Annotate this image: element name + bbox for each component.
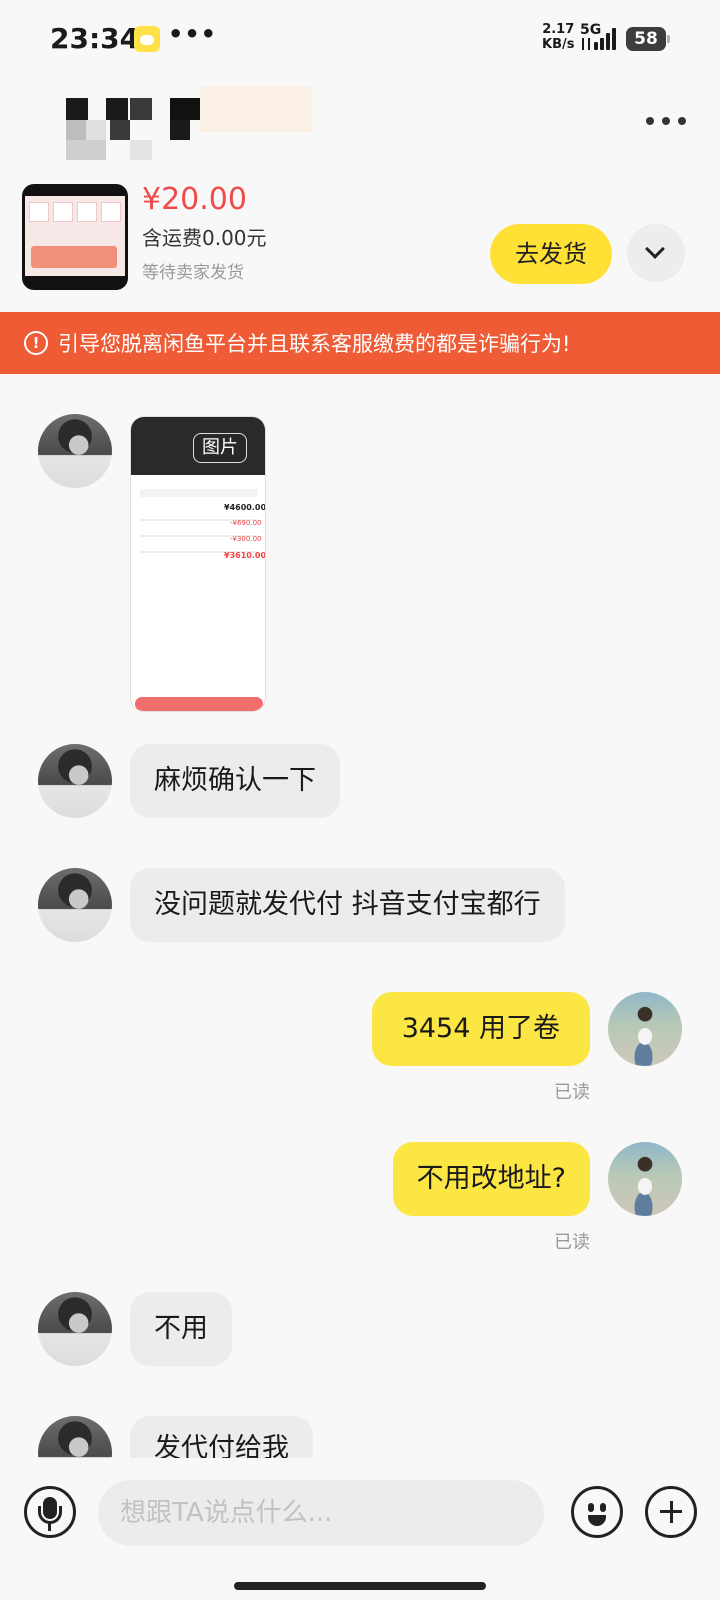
order-status: 等待卖家发货 bbox=[142, 263, 244, 283]
contact-avatar[interactable] bbox=[38, 744, 112, 818]
my-avatar[interactable] bbox=[608, 992, 682, 1066]
input-bar: 想跟TA说点什么... bbox=[0, 1458, 720, 1600]
image-amount-final: ¥3610.00 bbox=[224, 551, 266, 560]
plus-icon[interactable] bbox=[645, 1486, 697, 1538]
contact-avatar[interactable] bbox=[38, 1292, 112, 1366]
message-input[interactable]: 想跟TA说点什么... bbox=[98, 1480, 544, 1546]
status-bar: 23:34 ••• 2.17 KB/s 5G 58 bbox=[0, 0, 720, 80]
collapse-button[interactable] bbox=[627, 224, 685, 282]
message-bubble[interactable]: 麻烦确认一下 bbox=[130, 744, 340, 818]
my-avatar[interactable] bbox=[608, 1142, 682, 1216]
network-speed: 2.17 KB/s bbox=[542, 22, 574, 52]
home-indicator[interactable] bbox=[234, 1582, 486, 1590]
message-bubble[interactable]: 没问题就发代付 抖音支付宝都行 bbox=[130, 868, 565, 942]
contact-name-blur-tail bbox=[200, 86, 312, 132]
network-speed-unit: KB/s bbox=[542, 37, 575, 52]
ship-button[interactable]: 去发货 bbox=[490, 224, 612, 284]
image-tag: 图片 bbox=[193, 433, 247, 463]
app-notification-icon bbox=[134, 26, 160, 52]
chevron-down-icon bbox=[645, 239, 665, 259]
shipping-fee: 含运费0.00元 bbox=[142, 226, 267, 250]
product-card[interactable]: ¥20.00 含运费0.00元 等待卖家发货 去发货 bbox=[0, 170, 720, 312]
fraud-warning-banner: ! 引导您脱离闲鱼平台并且联系客服缴费的都是诈骗行为! bbox=[0, 312, 720, 374]
contact-name-blurred bbox=[66, 88, 206, 160]
image-amount-coupon: -¥300.00 bbox=[230, 535, 262, 543]
network-speed-value: 2.17 bbox=[542, 22, 575, 37]
emoji-icon[interactable] bbox=[571, 1486, 623, 1538]
mic-icon[interactable] bbox=[24, 1486, 76, 1538]
message-bubble[interactable]: 3454 用了卷 bbox=[371, 992, 590, 1066]
product-price: ¥20.00 bbox=[142, 182, 247, 217]
chat-header bbox=[0, 80, 720, 170]
warning-icon: ! bbox=[24, 331, 48, 355]
message-bubble[interactable]: 不用改地址? bbox=[392, 1142, 590, 1216]
data-arrows-icon bbox=[582, 38, 590, 50]
more-icon[interactable] bbox=[646, 106, 686, 136]
status-time: 23:34 bbox=[50, 22, 140, 55]
image-amount-discount: -¥690.00 bbox=[230, 519, 262, 527]
contact-avatar[interactable] bbox=[38, 414, 112, 488]
read-receipt: 已读 bbox=[554, 1232, 590, 1253]
image-message[interactable]: ¥4600.00 -¥690.00 -¥300.00 ¥3610.00 图片 bbox=[130, 416, 266, 712]
message-bubble[interactable]: 不用 bbox=[130, 1292, 232, 1366]
status-more-dots: ••• bbox=[168, 20, 218, 48]
battery-icon: 58 bbox=[626, 27, 670, 51]
signal-icon bbox=[594, 26, 618, 50]
contact-avatar[interactable] bbox=[38, 868, 112, 942]
product-thumbnail[interactable] bbox=[22, 184, 128, 290]
read-receipt: 已读 bbox=[554, 1082, 590, 1103]
image-amount-total: ¥4600.00 bbox=[224, 503, 266, 512]
warning-text: 引导您脱离闲鱼平台并且联系客服缴费的都是诈骗行为! bbox=[58, 332, 571, 356]
